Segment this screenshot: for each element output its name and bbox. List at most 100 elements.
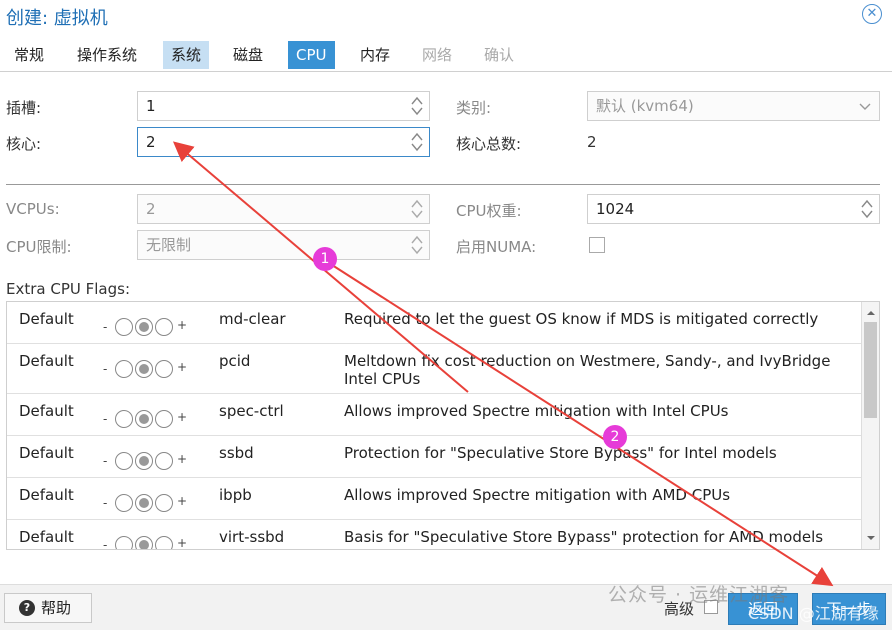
minus-label: - xyxy=(103,496,108,510)
cores-label: 核心: xyxy=(6,135,42,153)
flag-state: Default xyxy=(19,486,74,504)
flag-state: Default xyxy=(19,310,74,328)
radio-on[interactable] xyxy=(155,494,173,512)
window-titlebar: 创建: 虚拟机 ✕ xyxy=(0,0,892,32)
radio-on[interactable] xyxy=(155,536,173,549)
flag-toggle: - + xyxy=(103,316,193,338)
close-icon[interactable]: ✕ xyxy=(862,4,882,24)
tab-os[interactable]: 操作系统 xyxy=(69,41,145,69)
radio-off[interactable] xyxy=(115,410,133,428)
spinner-icon[interactable] xyxy=(411,95,423,117)
minus-label: - xyxy=(103,412,108,426)
flag-name: ibpb xyxy=(219,486,252,504)
radio-default[interactable] xyxy=(135,536,153,549)
wizard-tabs: 常规 操作系统 系统 磁盘 CPU 内存 网络 确认 xyxy=(0,40,892,72)
sockets-value: 1 xyxy=(146,97,156,115)
help-icon: ? xyxy=(19,600,35,616)
flag-name: spec-ctrl xyxy=(219,402,284,420)
plus-label: + xyxy=(177,536,188,550)
vcpus-input[interactable]: 2 xyxy=(137,194,430,224)
radio-off[interactable] xyxy=(115,494,133,512)
spinner-icon[interactable] xyxy=(411,131,423,153)
help-button[interactable]: ? 帮助 xyxy=(4,593,92,623)
table-row: Default - + virt-ssbd Basis for "Specula… xyxy=(7,520,861,550)
radio-off[interactable] xyxy=(115,360,133,378)
flag-description: Allows improved Spectre mitigation with … xyxy=(344,402,729,420)
plus-label: + xyxy=(177,360,188,374)
flag-description: Basis for "Speculative Store Bypass" pro… xyxy=(344,528,824,546)
table-row: Default - + spec-ctrl Allows improved Sp… xyxy=(7,394,861,436)
radio-default[interactable] xyxy=(135,318,153,336)
cpu-units-value: 1024 xyxy=(596,200,635,218)
radio-default[interactable] xyxy=(135,452,153,470)
flag-description: Protection for "Speculative Store Bypass… xyxy=(344,444,777,462)
tab-general[interactable]: 常规 xyxy=(6,41,52,69)
watermark-csdn: CSDN @江湖有缘 xyxy=(748,604,879,623)
radio-off[interactable] xyxy=(115,452,133,470)
flag-name: virt-ssbd xyxy=(219,528,285,546)
window-title: 创建: 虚拟机 xyxy=(6,8,108,29)
radio-on[interactable] xyxy=(155,410,173,428)
plus-label: + xyxy=(177,410,188,424)
tab-cpu[interactable]: CPU xyxy=(288,41,335,69)
scrollbar-thumb[interactable] xyxy=(864,322,877,418)
chevron-down-icon xyxy=(859,103,871,110)
flag-name: pcid xyxy=(219,352,251,370)
table-row: Default - + pcid Meltdown fix cost reduc… xyxy=(7,344,861,394)
minus-label: - xyxy=(103,320,108,334)
radio-off[interactable] xyxy=(115,318,133,336)
flag-name: md-clear xyxy=(219,310,286,328)
minus-label: - xyxy=(103,538,108,550)
radio-on[interactable] xyxy=(155,360,173,378)
cpu-flags-grid: Default - + md-clear Required to let the… xyxy=(6,301,880,550)
flag-toggle: - + xyxy=(103,534,193,550)
flag-description: Meltdown fix cost reduction on Westmere,… xyxy=(344,352,831,388)
cores-value: 2 xyxy=(146,133,156,151)
tab-system[interactable]: 系统 xyxy=(163,41,210,69)
tab-network: 网络 xyxy=(422,46,453,64)
plus-label: + xyxy=(177,494,188,508)
cpu-units-input[interactable]: 1024 xyxy=(587,194,880,224)
minus-label: - xyxy=(103,454,108,468)
radio-off[interactable] xyxy=(115,536,133,549)
radio-default[interactable] xyxy=(135,494,153,512)
flag-state: Default xyxy=(19,402,74,420)
spinner-icon[interactable] xyxy=(411,198,423,220)
spinner-icon[interactable] xyxy=(861,198,873,220)
radio-default[interactable] xyxy=(135,410,153,428)
cores-input[interactable]: 2 xyxy=(137,127,430,157)
radio-on[interactable] xyxy=(155,452,173,470)
help-button-label: 帮助 xyxy=(41,599,72,617)
type-select[interactable]: 默认 (kvm64) xyxy=(587,91,880,121)
total-cores-value: 2 xyxy=(587,133,597,151)
tab-memory[interactable]: 内存 xyxy=(352,41,398,69)
flag-name: ssbd xyxy=(219,444,254,462)
radio-default[interactable] xyxy=(135,360,153,378)
numa-checkbox[interactable] xyxy=(589,237,605,253)
extra-flags-label: Extra CPU Flags: xyxy=(6,280,131,298)
table-row: Default - + ssbd Protection for "Specula… xyxy=(7,436,861,478)
sockets-input[interactable]: 1 xyxy=(137,91,430,121)
minus-label: - xyxy=(103,362,108,376)
total-cores-label: 核心总数: xyxy=(456,135,522,153)
spinner-icon[interactable] xyxy=(411,234,423,256)
flag-toggle: - + xyxy=(103,450,193,472)
scroll-down-icon[interactable] xyxy=(866,533,876,543)
section-divider xyxy=(6,184,880,185)
type-label: 类别: xyxy=(456,99,492,117)
grid-scrollbar[interactable] xyxy=(861,302,879,549)
cpu-units-label: CPU权重: xyxy=(456,202,522,220)
flag-description: Required to let the guest OS know if MDS… xyxy=(344,310,819,328)
annotation-badge-2: 2 xyxy=(603,425,627,449)
tab-disk[interactable]: 磁盘 xyxy=(225,41,271,69)
radio-on[interactable] xyxy=(155,318,173,336)
flag-toggle: - + xyxy=(103,492,193,514)
plus-label: + xyxy=(177,318,188,332)
flag-toggle: - + xyxy=(103,408,193,430)
scroll-up-icon[interactable] xyxy=(866,308,876,318)
tab-confirm: 确认 xyxy=(484,46,515,64)
flag-state: Default xyxy=(19,528,74,546)
cpu-limit-label: CPU限制: xyxy=(6,238,72,256)
annotation-badge-1: 1 xyxy=(313,247,337,271)
cpu-limit-input[interactable]: 无限制 xyxy=(137,230,430,260)
